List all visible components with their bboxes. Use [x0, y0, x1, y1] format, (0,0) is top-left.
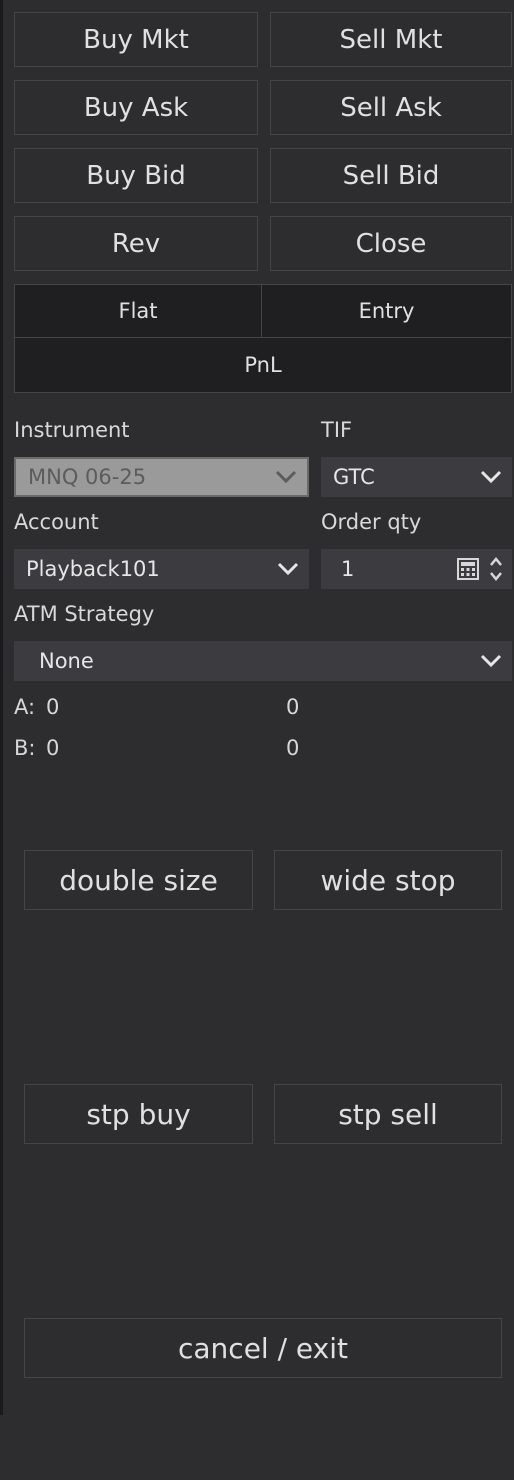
- close-position-button[interactable]: Close: [270, 216, 512, 271]
- instrument-label: Instrument: [14, 418, 130, 442]
- chevron-down-icon: [277, 562, 299, 576]
- order-qty-label: Order qty: [321, 510, 422, 534]
- reverse-button[interactable]: Rev: [14, 216, 258, 271]
- atm-strategy-label: ATM Strategy: [14, 602, 155, 626]
- stop-sell-button[interactable]: stp sell: [274, 1084, 502, 1144]
- order-qty-input[interactable]: 1: [321, 549, 512, 589]
- atm-strategy-value: None: [39, 649, 94, 673]
- entry-price: Entry: [262, 285, 511, 338]
- buy-bid-button[interactable]: Buy Bid: [14, 148, 258, 203]
- stop-buy-button[interactable]: stp buy: [24, 1084, 253, 1144]
- ask-label: A:: [14, 695, 36, 719]
- buy-ask-button[interactable]: Buy Ask: [14, 80, 258, 135]
- tif-select[interactable]: GTC: [321, 457, 512, 497]
- instrument-select[interactable]: MNQ 06-25: [14, 457, 309, 497]
- chevron-down-icon: [480, 470, 502, 484]
- bid-label: B:: [14, 736, 36, 760]
- calculator-icon[interactable]: [457, 558, 479, 580]
- chevron-down-icon: [275, 470, 297, 484]
- sell-market-button[interactable]: Sell Mkt: [270, 12, 512, 67]
- cancel-exit-button[interactable]: cancel / exit: [24, 1318, 502, 1378]
- sell-bid-button[interactable]: Sell Bid: [270, 148, 512, 203]
- position-status: Flat: [15, 285, 262, 338]
- sell-ask-button[interactable]: Sell Ask: [270, 80, 512, 135]
- spinner-icon[interactable]: [489, 556, 503, 582]
- tif-value: GTC: [333, 465, 375, 489]
- instrument-value: MNQ 06-25: [28, 465, 147, 489]
- buy-market-button[interactable]: Buy Mkt: [14, 12, 258, 67]
- pnl-display: PnL: [15, 338, 511, 392]
- account-value: Playback101: [26, 557, 160, 581]
- tif-label: TIF: [321, 418, 353, 442]
- ask-size: 0: [46, 695, 60, 719]
- position-panel: Flat Entry PnL: [14, 284, 512, 393]
- bid-size: 0: [46, 736, 60, 760]
- chevron-down-icon: [480, 654, 502, 668]
- ask-price: 0: [286, 695, 300, 719]
- account-label: Account: [14, 510, 99, 534]
- panel-left-border: [0, 0, 3, 1415]
- atm-strategy-select[interactable]: None: [14, 641, 512, 681]
- wide-stop-button[interactable]: wide stop: [274, 850, 502, 910]
- double-size-button[interactable]: double size: [24, 850, 253, 910]
- order-qty-value: 1: [341, 557, 355, 581]
- bid-price: 0: [286, 736, 300, 760]
- account-select[interactable]: Playback101: [14, 549, 309, 589]
